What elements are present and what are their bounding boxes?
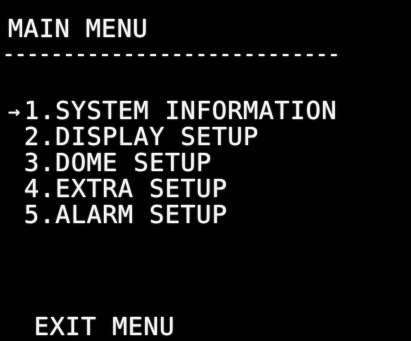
title-separator: ---------------------------- <box>2 42 340 67</box>
selection-arrow-icon: → <box>8 99 21 123</box>
osd-screen: MAIN MENU ---------------------------- →… <box>0 0 411 341</box>
menu-item-extra-setup[interactable]: 4.EXTRA SETUP <box>8 176 337 202</box>
menu-item-label: 4.EXTRA SETUP <box>24 174 228 203</box>
menu-item-alarm-setup[interactable]: 5.ALARM SETUP <box>8 202 337 228</box>
menu-item-dome-setup[interactable]: 3.DOME SETUP <box>8 150 337 176</box>
menu-item-system-information[interactable]: → 1.SYSTEM INFORMATION <box>8 98 337 124</box>
menu-item-label: 3.DOME SETUP <box>24 148 212 177</box>
menu-list: → 1.SYSTEM INFORMATION 2.DISPLAY SETUP 3… <box>8 98 337 228</box>
menu-item-label: 2.DISPLAY SETUP <box>24 122 259 151</box>
menu-item-display-setup[interactable]: 2.DISPLAY SETUP <box>8 124 337 150</box>
menu-item-label: 1.SYSTEM INFORMATION <box>24 96 338 125</box>
menu-title: MAIN MENU <box>8 14 148 43</box>
menu-item-label: 5.ALARM SETUP <box>24 200 228 229</box>
exit-menu-button[interactable]: EXIT MENU <box>34 312 175 341</box>
